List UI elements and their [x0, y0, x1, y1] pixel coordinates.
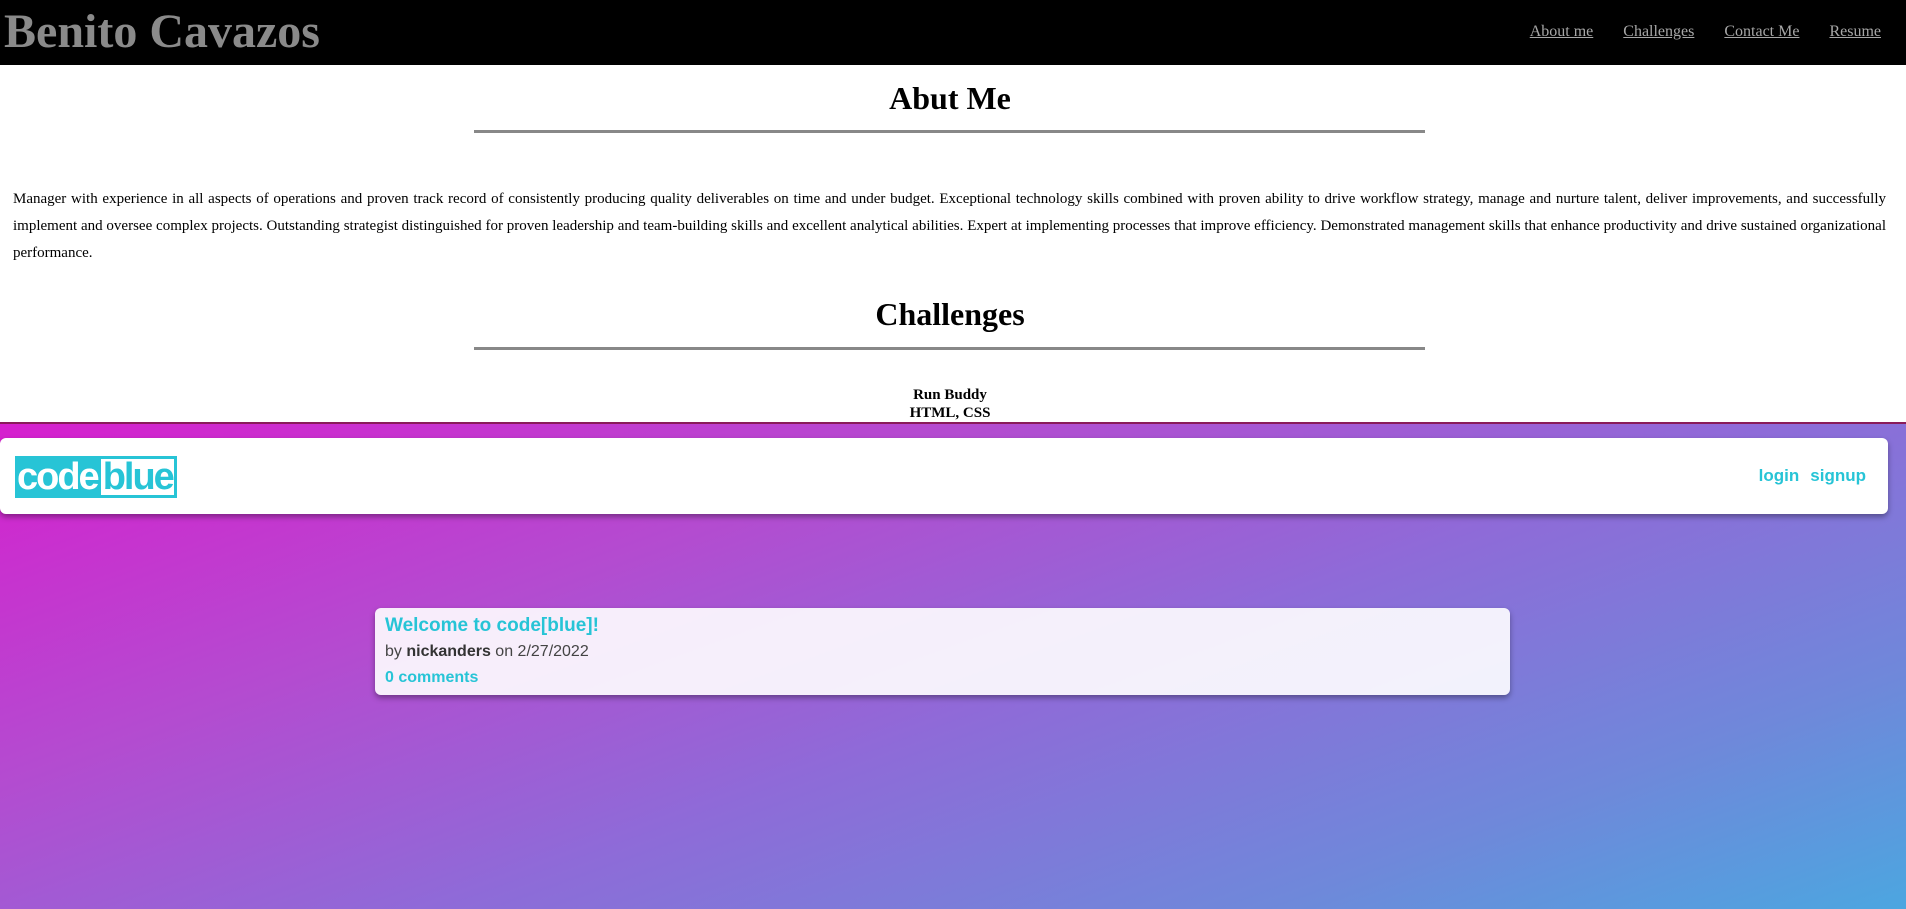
nav-link-challenges[interactable]: Challenges: [1623, 22, 1694, 42]
post-by-label: by: [385, 643, 402, 660]
about-text: Manager with experience in all aspects o…: [13, 191, 1886, 261]
post-title[interactable]: Welcome to code[blue]!: [385, 614, 599, 638]
nav-link-resume[interactable]: Resume: [1829, 22, 1881, 42]
logo-blue-part: blue: [100, 456, 177, 498]
site-name: Benito Cavazos: [4, 5, 320, 58]
nav-link-about-me[interactable]: About me: [1530, 22, 1594, 42]
site-header: Benito Cavazos About me Challenges Conta…: [0, 0, 1906, 65]
challenges-heading: Challenges: [875, 296, 1025, 332]
login-link[interactable]: login: [1759, 466, 1800, 486]
signup-link[interactable]: signup: [1810, 466, 1866, 486]
project-tech: HTML, CSS: [909, 405, 991, 421]
preview-navbar: code blue login signup: [0, 438, 1888, 514]
about-heading: Abut Me: [889, 80, 1011, 116]
challenges-divider: [474, 347, 1425, 350]
post-author: nickanders: [406, 643, 491, 660]
post-on-label: on: [495, 643, 514, 660]
project-title[interactable]: Run Buddy: [0, 386, 1900, 404]
project-preview: code blue login signup Welcome to code[b…: [0, 422, 1906, 909]
auth-links: login signup: [1759, 466, 1866, 486]
nav-link-contact-me[interactable]: Contact Me: [1724, 22, 1799, 42]
logo-code-part: code: [15, 456, 101, 498]
codeblue-logo[interactable]: code blue: [15, 456, 177, 498]
post-card: Welcome to code[blue]! by nickanders on …: [375, 608, 1510, 695]
main-nav: About me Challenges Contact Me Resume: [1530, 22, 1881, 42]
post-meta: by nickanders on 2/27/2022: [385, 642, 589, 662]
about-divider: [474, 130, 1425, 133]
post-date: 2/27/2022: [517, 643, 589, 660]
post-comments-link[interactable]: 0 comments: [385, 668, 478, 688]
